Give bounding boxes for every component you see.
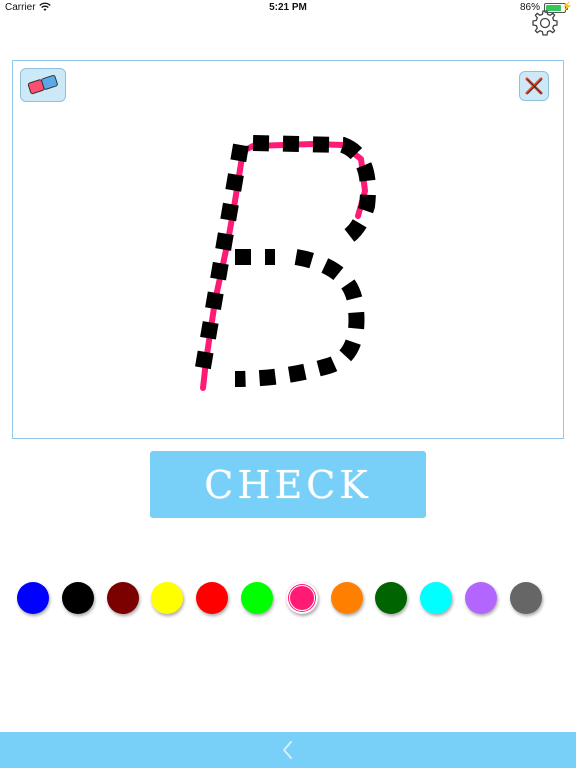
clock: 5:21 PM [269, 2, 307, 13]
color-swatch[interactable] [465, 582, 497, 614]
color-swatch[interactable] [375, 582, 408, 614]
color-palette [0, 580, 576, 616]
color-swatch[interactable] [61, 582, 94, 614]
letter-trace [193, 135, 376, 391]
bottom-bar [0, 732, 576, 768]
color-swatch[interactable] [196, 582, 229, 614]
color-swatch[interactable] [330, 582, 363, 614]
color-swatch[interactable] [285, 582, 318, 614]
gear-icon[interactable] [530, 8, 560, 38]
color-swatch[interactable] [420, 582, 453, 614]
drawing-canvas[interactable] [12, 60, 564, 439]
charging-icon: ⚡ [561, 1, 573, 11]
color-swatch[interactable] [17, 582, 49, 614]
color-swatch[interactable] [509, 582, 542, 614]
check-button[interactable]: CHECK [150, 451, 426, 518]
eraser-icon [27, 74, 58, 95]
clear-button[interactable] [519, 71, 549, 101]
eraser-button[interactable] [20, 68, 66, 102]
chevron-left-icon[interactable] [278, 739, 298, 761]
color-swatch[interactable] [151, 582, 184, 614]
color-swatch[interactable] [241, 582, 273, 614]
color-swatch[interactable] [106, 582, 139, 614]
status-bar: Carrier 5:21 PM 86% ⚡ [0, 0, 576, 16]
close-x-icon [525, 77, 543, 95]
